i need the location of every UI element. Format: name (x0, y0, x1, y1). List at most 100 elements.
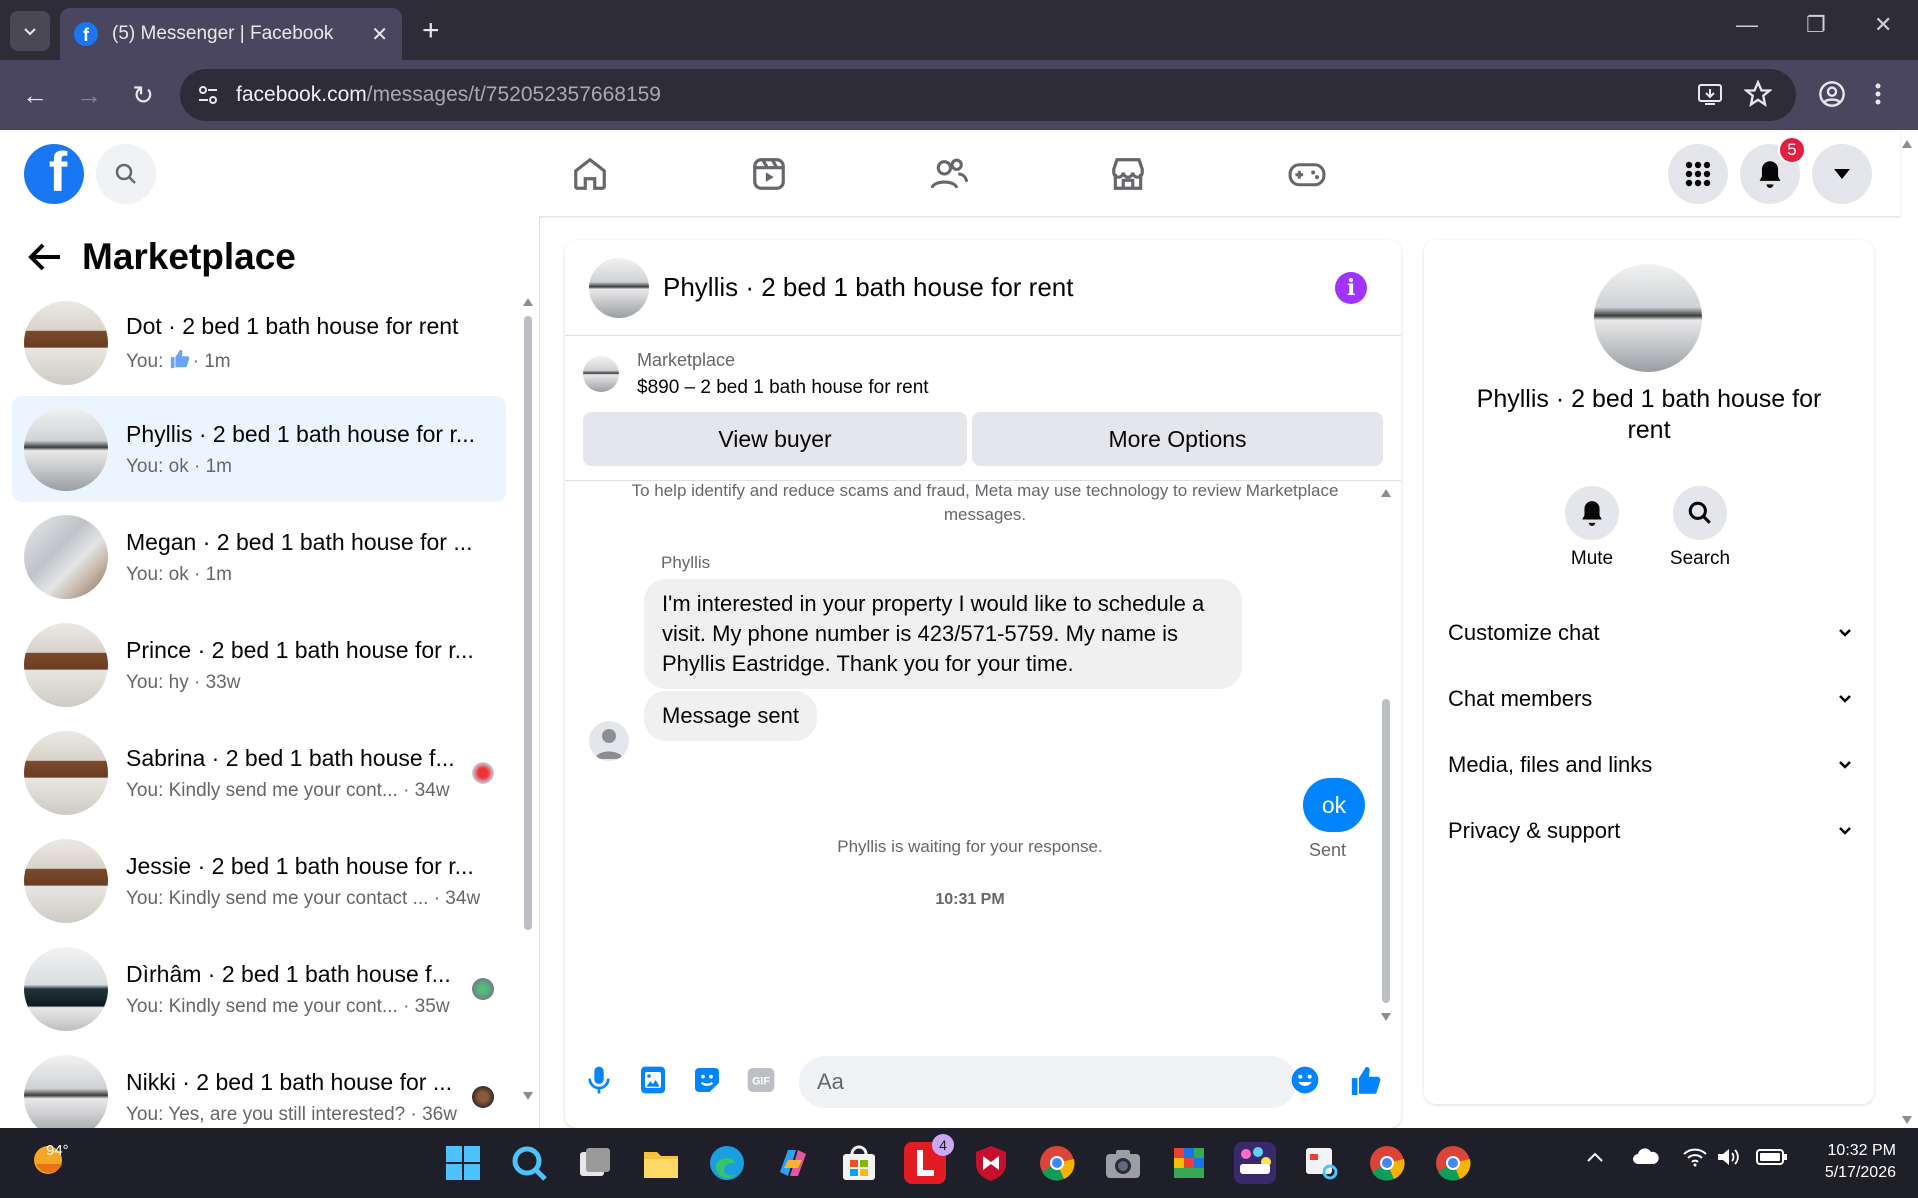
browser-toolbar: ← → ↻ facebook.com/messages/t/7520523576… (0, 60, 1918, 130)
forward-button[interactable]: → (74, 80, 104, 110)
thread-scrollbar[interactable] (1379, 485, 1393, 1025)
sticker-icon[interactable] (691, 1064, 723, 1096)
listing-thumbnail (583, 356, 619, 392)
mcafee-icon[interactable] (970, 1142, 1012, 1184)
new-tab-button[interactable]: + (422, 14, 440, 48)
game-icon[interactable] (1168, 1142, 1210, 1184)
sidebar-scrollbar[interactable] (522, 294, 534, 1104)
close-window-button[interactable]: ✕ (1874, 12, 1892, 38)
media-files-links-section[interactable]: Media, files and links (1448, 752, 1852, 778)
site-info-icon (199, 86, 217, 104)
conversation-item[interactable]: Sabrina · 2 bed 1 bath house f... You: K… (12, 720, 506, 826)
delivery-status: Sent (1309, 840, 1347, 860)
bubble-game-icon[interactable] (1234, 1142, 1276, 1184)
clock[interactable]: 10:32 PM 5/17/2026 (1810, 1140, 1896, 1184)
browser-tab-active[interactable]: f (5) Messenger | Facebook ✕ (60, 8, 402, 60)
conversation-item[interactable]: Dìrhâm · 2 bed 1 bath house f... You: Ki… (12, 936, 506, 1042)
profile-icon[interactable] (1818, 80, 1846, 108)
sender-avatar[interactable] (589, 721, 629, 761)
browser-menu-icon[interactable] (1872, 80, 1884, 108)
bell-icon (1582, 501, 1602, 526)
l-app-icon[interactable]: 4 (904, 1134, 954, 1184)
back-button[interactable]: ← (20, 80, 50, 110)
marketplace-nav-icon[interactable] (1106, 152, 1150, 196)
mute-button[interactable]: Mute (1552, 486, 1632, 570)
avatar (24, 301, 108, 385)
more-options-button[interactable]: More Options (972, 412, 1383, 466)
clock-date: 5/17/2026 (1824, 1164, 1896, 1181)
search-taskbar-icon[interactable] (508, 1142, 550, 1184)
tray-overflow-icon[interactable] (1586, 1150, 1604, 1164)
message-input[interactable]: Aa (799, 1056, 1297, 1108)
chrome-profile-icon[interactable] (1432, 1142, 1474, 1184)
store-icon[interactable] (838, 1142, 880, 1184)
facebook-logo[interactable]: f (24, 144, 84, 204)
conversation-item[interactable]: Dot · 2 bed 1 bath house for rent You: ·… (12, 290, 506, 396)
onedrive-icon[interactable] (1632, 1146, 1660, 1168)
battery-icon[interactable] (1756, 1148, 1788, 1166)
bookmark-star-icon[interactable] (1744, 80, 1772, 108)
gaming-nav-icon[interactable] (1285, 152, 1329, 196)
clock-time: 10:32 PM (1827, 1142, 1896, 1159)
notifications-button[interactable]: 5 (1740, 136, 1806, 204)
search-icon (1688, 501, 1711, 524)
address-bar[interactable]: facebook.com/messages/t/752052357668159 (180, 69, 1796, 121)
task-view-icon[interactable] (574, 1142, 616, 1184)
search-button[interactable] (96, 144, 156, 204)
thumbs-up-icon[interactable] (1349, 1064, 1381, 1096)
page-scrollbar[interactable] (1900, 136, 1914, 1128)
photo-icon[interactable] (637, 1064, 669, 1096)
wifi-icon[interactable] (1682, 1146, 1708, 1168)
chat-avatar[interactable] (589, 257, 649, 318)
reload-button[interactable]: ↻ (128, 80, 158, 110)
account-button[interactable] (1812, 144, 1872, 204)
customize-chat-section[interactable]: Customize chat (1448, 620, 1852, 646)
seen-avatar (472, 762, 494, 784)
emoji-icon[interactable] (1289, 1064, 1321, 1096)
conversation-item-active[interactable]: Phyllis · 2 bed 1 bath house for r... Yo… (12, 396, 506, 502)
restore-button[interactable]: ❐ (1806, 12, 1826, 38)
camera-icon[interactable] (1102, 1142, 1144, 1184)
conversation-name: Sabrina · 2 bed 1 bath house f... (126, 744, 455, 771)
install-app-icon[interactable] (1696, 80, 1724, 108)
volume-icon[interactable] (1716, 1146, 1740, 1168)
app-badge: 4 (932, 1134, 954, 1156)
conversation-item[interactable]: Prince · 2 bed 1 bath house for r... You… (12, 612, 506, 718)
details-name: Phyllis · 2 bed 1 bath house for rent (1476, 385, 1822, 444)
copilot-icon[interactable] (772, 1142, 814, 1184)
weather-temp: 94° (46, 1142, 69, 1159)
conversation-item[interactable]: Jessie · 2 bed 1 bath house for r... You… (12, 828, 506, 934)
tab-search-button[interactable] (10, 11, 50, 51)
chrome-icon[interactable] (1036, 1142, 1078, 1184)
minimize-button[interactable]: — (1736, 12, 1758, 38)
info-icon[interactable]: i (1335, 272, 1367, 304)
menu-button[interactable] (1668, 144, 1728, 204)
edge-icon[interactable] (706, 1142, 748, 1184)
conversation-item[interactable]: Megan · 2 bed 1 bath house for ... You: … (12, 504, 506, 610)
conversation-name: Prince · 2 bed 1 bath house for r... (126, 636, 474, 663)
conversation-item[interactable]: Nikki · 2 bed 1 bath house for ... You: … (12, 1044, 506, 1128)
chat-members-section[interactable]: Chat members (1448, 686, 1852, 712)
gif-icon[interactable]: GIF (745, 1064, 777, 1096)
snipping-tool-icon[interactable] (1300, 1142, 1342, 1184)
chrome-profile-icon[interactable] (1366, 1142, 1408, 1184)
privacy-support-section[interactable]: Privacy & support (1448, 818, 1852, 844)
view-buyer-button[interactable]: View buyer (583, 412, 967, 466)
conversation-details-panel: Phyllis · 2 bed 1 bath house for rent Mu… (1424, 240, 1874, 1104)
incoming-message: I'm interested in your property I would … (644, 579, 1242, 689)
close-tab-icon[interactable]: ✕ (371, 22, 388, 47)
details-avatar[interactable] (1594, 264, 1702, 372)
conversation-preview: You: ok · 1m (126, 455, 232, 477)
search-in-conversation-button[interactable]: Search (1660, 486, 1740, 570)
back-arrow-icon[interactable] (28, 242, 62, 272)
microphone-icon[interactable] (583, 1064, 615, 1096)
friends-nav-icon[interactable] (927, 152, 971, 196)
conversation-preview: You: Yes, are you still interested? · 36… (126, 1103, 457, 1125)
listing-summary[interactable]: Marketplace $890 – 2 bed 1 bath house fo… (583, 350, 929, 399)
outgoing-message: ok (1303, 778, 1365, 832)
start-button[interactable] (442, 1142, 484, 1184)
file-explorer-icon[interactable] (640, 1142, 682, 1184)
video-nav-icon[interactable] (747, 152, 791, 196)
chat-title[interactable]: Phyllis · 2 bed 1 bath house for rent (663, 272, 1073, 303)
home-nav-icon[interactable] (568, 152, 612, 196)
